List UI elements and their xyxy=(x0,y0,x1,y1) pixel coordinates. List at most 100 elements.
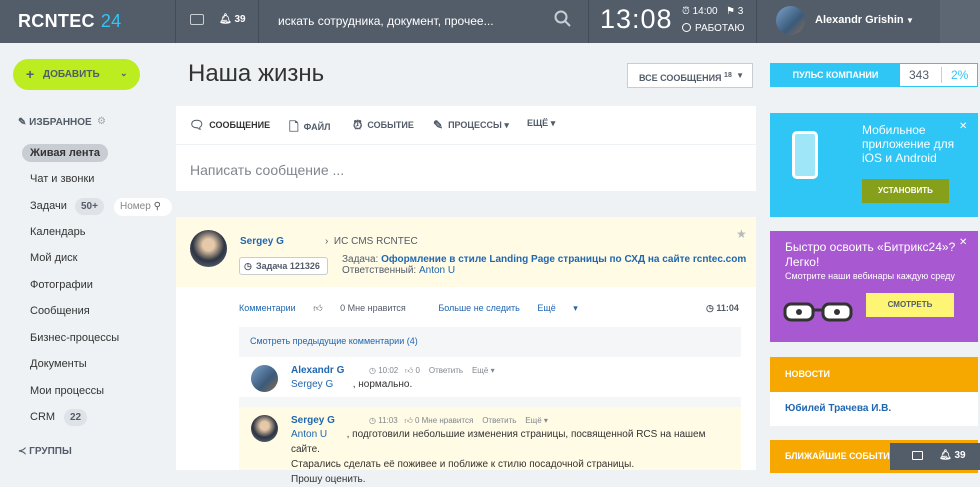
menu-item-business-processes[interactable]: Бизнес-процессы xyxy=(22,329,127,347)
comment: Alexandr G ◷ 10:02 👍︎ 0 Ответить Ещё ▾ S… xyxy=(239,357,741,397)
chat-icon[interactable] xyxy=(912,451,923,460)
thumbs-up-icon: 👍︎ xyxy=(313,303,323,313)
header-side-panel[interactable] xyxy=(940,0,980,43)
tab-file[interactable]: 🗋︎ ФАЙЛ xyxy=(289,118,330,139)
chevron-down-icon[interactable]: ▼ xyxy=(906,16,914,25)
menu-item-calendar[interactable]: Календарь xyxy=(22,223,94,241)
arrow-right-icon: › xyxy=(325,236,329,247)
menu-item-documents[interactable]: Документы xyxy=(22,355,95,373)
message-input[interactable]: Написать сообщение ... xyxy=(190,162,344,178)
alarm-icon: ⏰︎ xyxy=(353,118,363,132)
mention-link[interactable]: Sergey G xyxy=(291,379,333,390)
clock-icon: ◷ xyxy=(369,366,376,375)
alarm-info[interactable]: ⏰︎ 14:00 ⚑ 3 xyxy=(682,6,743,17)
banner-title: Мобильное приложение для iOS и Android xyxy=(862,123,955,165)
install-button[interactable]: УСТАНОВИТЬ xyxy=(862,179,949,203)
task-link[interactable]: Оформление в стиле Landing Page страницы… xyxy=(381,254,746,265)
menu-item-tasks[interactable]: Задачи xyxy=(22,197,75,215)
pulse-percent: 2% xyxy=(951,68,969,82)
post-actions: Комментарии 👍︎ 0 Мне нравится Больше не … xyxy=(239,303,593,314)
user-name[interactable]: Alexandr Grishin xyxy=(815,14,904,26)
avatar[interactable] xyxy=(776,6,805,35)
logo[interactable]: RCNTEC 24 xyxy=(18,11,121,32)
tab-event[interactable]: ⏰︎ СОБЫТИЕ xyxy=(353,118,414,133)
search-icon: ⚲ xyxy=(153,201,161,212)
header-divider xyxy=(756,0,757,43)
chat-icon[interactable] xyxy=(190,14,204,25)
tab-more[interactable]: ЕЩЁ ▾ xyxy=(527,118,555,129)
tasks-count-badge: 50+ xyxy=(75,198,104,215)
news-title: НОВОСТИ xyxy=(770,357,978,392)
menu-item-my-processes[interactable]: Мои процессы xyxy=(22,382,112,400)
post-author[interactable]: Sergey G xyxy=(240,236,284,247)
previous-comments-link[interactable]: Смотреть предыдущие комментарии (4) xyxy=(250,336,418,346)
unfollow-link[interactable]: Больше не следить xyxy=(438,303,520,313)
notifications-button[interactable]: 🔔︎ 39 xyxy=(939,450,966,461)
thumbs-up-icon: 👍︎ xyxy=(404,366,414,375)
star-icon[interactable]: ★ xyxy=(736,227,747,241)
comment-text: Sergey G , нормально. xyxy=(291,379,413,390)
work-status[interactable]: РАБОТАЮ xyxy=(682,23,744,34)
responsible-link[interactable]: Anton U xyxy=(419,265,455,276)
avatar[interactable] xyxy=(251,365,278,392)
top-header: RCNTEC24 🔔︎ 39 13:08 ⏰︎ 14:00 ⚑ 3 РАБОТА… xyxy=(0,0,980,43)
reply-link[interactable]: Ответить xyxy=(429,366,463,375)
watch-button[interactable]: СМОТРЕТЬ xyxy=(866,293,954,317)
feed-post: Sergey G › ИС CMS RCNTEC ◷ Задача 121326 … xyxy=(176,217,756,485)
thumbs-up-icon: 👍︎ xyxy=(404,416,413,425)
comment-author[interactable]: Sergey G xyxy=(291,415,335,426)
close-icon[interactable]: ✕ xyxy=(959,121,967,132)
comment-author[interactable]: Alexandr G xyxy=(291,365,344,376)
post-destination[interactable]: › ИС CMS RCNTEC xyxy=(325,236,418,247)
like-button[interactable]: 👍︎ 0 Мне нравится xyxy=(404,416,473,425)
left-menu: + ДОБАВИТЬ ⌄ ✎ ИЗБРАННОЕ ⚙ Живая лента Ч… xyxy=(0,43,176,470)
company-pulse[interactable]: ПУЛЬС КОМПАНИИ 343 2% xyxy=(770,63,978,87)
notifications-button[interactable]: 🔔︎ 39 xyxy=(219,14,246,25)
pulse-value: 343 xyxy=(909,68,930,82)
mention-link[interactable]: Anton U xyxy=(291,429,327,440)
gear-icon[interactable]: ⚙ xyxy=(97,116,106,127)
divider xyxy=(941,67,942,83)
more-link[interactable]: Ещё ▾ xyxy=(537,303,577,313)
menu-item-photos[interactable]: Фотографии xyxy=(22,276,101,294)
search-icon[interactable] xyxy=(554,10,571,27)
task-badge[interactable]: ◷ Задача 121326 xyxy=(239,257,328,275)
divider xyxy=(176,144,756,145)
menu-item-crm[interactable]: CRM xyxy=(22,408,63,426)
comments-link[interactable]: Комментарии xyxy=(239,303,296,313)
banner-subtitle: Смотрите наши вебинары каждую среду xyxy=(785,271,955,281)
bell-icon: 🔔︎ xyxy=(939,450,952,461)
groups-title[interactable]: ≺ ГРУППЫ xyxy=(18,446,72,457)
like-button[interactable]: 👍︎ 0 xyxy=(405,366,420,375)
avatar[interactable] xyxy=(251,415,278,442)
tab-processes[interactable]: ✎ ПРОЦЕССЫ ▾ xyxy=(433,118,509,132)
clock-icon: ◷ xyxy=(369,416,376,425)
tab-message[interactable]: 🗨︎ СООБЩЕНИЕ xyxy=(189,118,270,132)
reply-link[interactable]: Ответить xyxy=(482,416,516,425)
chevron-down-icon: ▼ xyxy=(736,71,744,80)
crm-count-badge: 22 xyxy=(64,409,88,426)
search-input[interactable] xyxy=(278,11,543,31)
avatar[interactable] xyxy=(190,230,227,267)
close-icon[interactable]: ✕ xyxy=(959,237,967,248)
like-button[interactable]: 👍︎ 0 Мне нравится xyxy=(313,303,421,313)
menu-item-messages[interactable]: Сообщения xyxy=(22,302,98,320)
menu-item-chat[interactable]: Чат и звонки xyxy=(22,170,102,188)
more-link[interactable]: Ещё ▾ xyxy=(525,416,548,425)
news-item[interactable]: Юбилей Трачева И.В. xyxy=(770,392,978,426)
clock[interactable]: 13:08 xyxy=(600,4,673,35)
phone-icon xyxy=(792,131,818,179)
favorites-title: ✎ ИЗБРАННОЕ xyxy=(18,117,92,128)
menu-item-live-feed[interactable]: Живая лента xyxy=(22,144,109,162)
webinar-banner: Быстро освоить «Битрикс24»? Легко! Смотр… xyxy=(770,231,978,342)
task-number-input[interactable]: Номер ⚲ xyxy=(114,198,172,216)
more-link[interactable]: Ещё ▾ xyxy=(472,366,495,375)
add-button[interactable]: + ДОБАВИТЬ ⌄ xyxy=(13,59,140,90)
page-title: Наша жизнь xyxy=(188,60,325,87)
header-divider xyxy=(588,0,589,43)
search-box xyxy=(262,0,588,43)
plus-icon: + xyxy=(26,66,35,82)
menu-item-my-drive[interactable]: Мой диск xyxy=(22,249,85,267)
comment-meta: ◷ 11:03 👍︎ 0 Мне нравится Ответить Ещё ▾ xyxy=(369,416,548,425)
filter-dropdown[interactable]: ВСЕ СООБЩЕНИЯ 18 ▼ xyxy=(627,63,753,88)
